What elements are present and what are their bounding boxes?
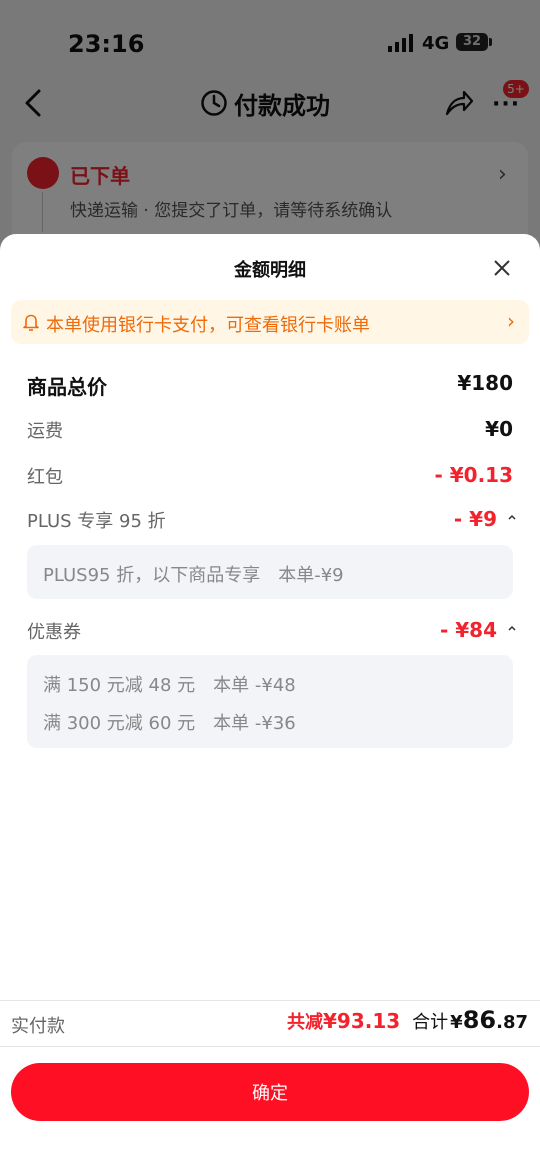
bank-card-notice[interactable]: 本单使用银行卡支付，可查看银行卡账单 › (11, 300, 529, 344)
footer-divider (0, 1046, 540, 1047)
row-red-packet: 红包 - ¥0.13 (27, 463, 513, 493)
row-label: 运费 (27, 421, 63, 442)
sheet-title: 金额明细 (234, 260, 306, 281)
total-currency: ¥ (450, 1012, 463, 1033)
row-label: 红包 (27, 467, 63, 488)
row-value: - ¥9 (453, 507, 497, 531)
row-label: 商品总价 (27, 375, 107, 399)
confirm-button[interactable]: 确定 (11, 1063, 529, 1121)
row-value: - ¥84 (439, 618, 497, 642)
row-value: ¥180 (457, 371, 513, 395)
row-value: - ¥0.13 (434, 463, 513, 487)
footer-divider (0, 1000, 540, 1001)
total-summary: 共减¥93.13 合计 ¥ 86 .87 (287, 1006, 528, 1034)
close-icon[interactable] (492, 258, 512, 278)
row-coupon[interactable]: 优惠券 - ¥84 (27, 618, 516, 648)
row-goods-total: 商品总价 ¥180 (27, 371, 513, 401)
total-reduced: 共减¥93.13 (287, 1008, 400, 1034)
row-plus-discount[interactable]: PLUS 专享 95 折 - ¥9 (27, 507, 516, 537)
row-shipping: 运费 ¥0 (27, 417, 513, 447)
chevron-right-icon: › (507, 309, 515, 333)
amount-detail-sheet: 金额明细 本单使用银行卡支付，可查看银行卡账单 › 商品总价 ¥180 运费 ¥… (0, 234, 540, 1174)
plus-detail-box: PLUS95 折，以下商品专享 本单-¥9 (27, 545, 513, 599)
coupon-detail-box: 满 150 元减 48 元 本单 -¥48 满 300 元减 60 元 本单 -… (27, 655, 513, 748)
coupon-detail-line: 满 150 元减 48 元 本单 -¥48 (43, 675, 296, 696)
chevron-up-icon[interactable] (507, 513, 517, 521)
total-decimal: .87 (496, 1012, 528, 1033)
paid-label: 实付款 (11, 1016, 65, 1037)
row-label: 优惠券 (27, 622, 81, 643)
total-integer: 86 (462, 1006, 497, 1034)
notice-text: 本单使用银行卡支付，可查看银行卡账单 (46, 315, 370, 336)
row-label: PLUS 专享 95 折 (27, 511, 166, 532)
row-value: ¥0 (485, 417, 513, 441)
coupon-detail-line: 满 300 元减 60 元 本单 -¥36 (43, 713, 296, 734)
reduced-value: ¥93.13 (322, 1009, 401, 1033)
total-label: 合计 (412, 1012, 449, 1033)
plus-detail-text: PLUS95 折，以下商品专享 本单-¥9 (43, 565, 344, 586)
reduced-label: 共减 (286, 1012, 323, 1033)
chevron-up-icon[interactable] (507, 624, 517, 632)
bell-icon (23, 314, 39, 331)
